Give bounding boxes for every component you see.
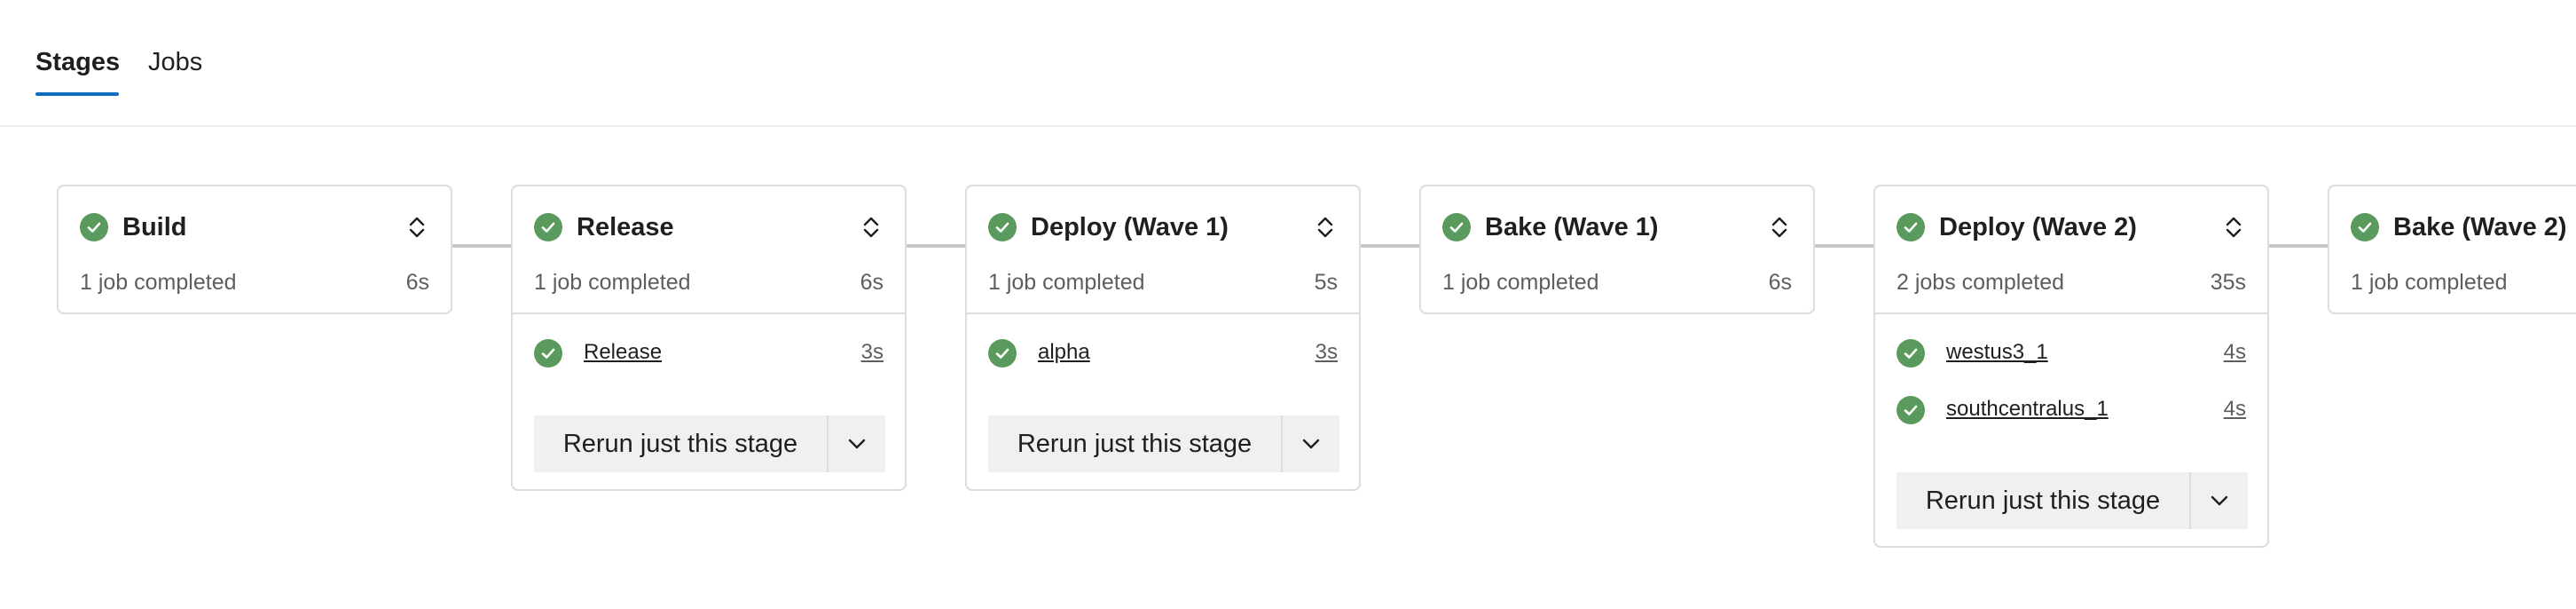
stage-connector	[1361, 244, 1421, 248]
rerun-stage-split-button[interactable]: Rerun just this stage	[1897, 472, 2248, 529]
stage-title: Bake (Wave 2)	[2393, 213, 2567, 241]
stage-summary: 1 job completed	[1442, 270, 1599, 295]
stage-title: Bake (Wave 1)	[1485, 213, 1659, 241]
success-check-icon	[1897, 213, 1925, 241]
stage-card-deploy-wave-2[interactable]: Deploy (Wave 2) 2 jobs completed 35s wes…	[1873, 185, 2269, 548]
stage-summary: 2 jobs completed	[1897, 270, 2065, 295]
success-check-icon	[1897, 339, 1925, 368]
stage-job-tabs: Stages Jobs	[0, 0, 2576, 127]
chevron-down-icon[interactable]	[1283, 415, 1339, 472]
stage-duration: 6s	[860, 270, 884, 295]
success-check-icon	[1442, 213, 1471, 241]
rerun-stage-button[interactable]: Rerun just this stage	[988, 415, 1283, 472]
success-check-icon	[80, 213, 108, 241]
stage-connector	[452, 244, 513, 248]
tab-jobs[interactable]: Jobs	[148, 44, 202, 80]
stage-title: Deploy (Wave 1)	[1031, 213, 1229, 241]
job-row[interactable]: Release 3s	[513, 325, 905, 382]
stage-summary: 1 job completed	[534, 270, 691, 295]
expand-collapse-icon[interactable]	[1311, 213, 1339, 241]
stage-connector	[2269, 244, 2329, 248]
expand-collapse-icon[interactable]	[403, 213, 431, 241]
stage-header[interactable]: Release 1 job completed 6s	[513, 186, 905, 312]
stage-header[interactable]: Deploy (Wave 2) 2 jobs completed 35s	[1875, 186, 2267, 312]
success-check-icon	[534, 339, 562, 368]
expand-collapse-icon[interactable]	[857, 213, 885, 241]
stage-card-bake-wave-1[interactable]: Bake (Wave 1) 1 job completed 6s	[1419, 185, 1815, 314]
stage-header[interactable]: Build 1 job completed 6s	[59, 186, 451, 312]
stage-card-release[interactable]: Release 1 job completed 6s Release 3s Re…	[511, 185, 907, 491]
job-row[interactable]: alpha 3s	[967, 325, 1359, 382]
success-check-icon	[534, 213, 562, 241]
job-row[interactable]: westus3_1 4s	[1875, 325, 2267, 382]
stage-jobs: alpha 3s Rerun just this stage	[967, 312, 1359, 489]
stage-jobs: westus3_1 4s southcentralus_1 4s Rerun j…	[1875, 312, 2267, 546]
rerun-stage-split-button[interactable]: Rerun just this stage	[534, 415, 885, 472]
stage-duration: 6s	[405, 270, 429, 295]
chevron-down-icon[interactable]	[829, 415, 885, 472]
stage-duration: 5s	[1314, 270, 1338, 295]
success-check-icon	[988, 339, 1017, 368]
stage-duration: 6s	[1768, 270, 1792, 295]
stage-connector	[907, 244, 967, 248]
stage-summary: 1 job completed	[80, 270, 237, 295]
stage-card-build[interactable]: Build 1 job completed 6s	[57, 185, 452, 314]
rerun-stage-button[interactable]: Rerun just this stage	[1897, 472, 2191, 529]
job-name-link[interactable]: westus3_1	[1946, 337, 2048, 368]
job-row[interactable]: southcentralus_1 4s	[1875, 382, 2267, 439]
expand-collapse-icon[interactable]	[1765, 213, 1794, 241]
stage-jobs: Release 3s Rerun just this stage	[513, 312, 905, 489]
stage-connector	[1815, 244, 1875, 248]
stage-title: Deploy (Wave 2)	[1939, 213, 2137, 241]
stage-title: Build	[122, 213, 187, 241]
stage-title: Release	[577, 213, 674, 241]
stage-card-bake-wave-2[interactable]: Bake (Wave 2) 1 job completed	[2328, 185, 2576, 314]
stage-header[interactable]: Bake (Wave 2) 1 job completed	[2329, 186, 2576, 312]
stage-header[interactable]: Bake (Wave 1) 1 job completed 6s	[1421, 186, 1813, 312]
job-name-link[interactable]: alpha	[1038, 337, 1090, 368]
job-duration-link[interactable]: 4s	[2224, 337, 2246, 368]
stage-duration: 35s	[2210, 270, 2246, 295]
expand-collapse-icon[interactable]	[2219, 213, 2248, 241]
rerun-stage-split-button[interactable]: Rerun just this stage	[988, 415, 1339, 472]
success-check-icon	[988, 213, 1017, 241]
job-duration-link[interactable]: 4s	[2224, 394, 2246, 424]
stage-header[interactable]: Deploy (Wave 1) 1 job completed 5s	[967, 186, 1359, 312]
success-check-icon	[1897, 396, 1925, 424]
success-check-icon	[2351, 213, 2379, 241]
tab-stages[interactable]: Stages	[35, 44, 120, 80]
job-duration-link[interactable]: 3s	[861, 337, 884, 368]
stage-card-deploy-wave-1[interactable]: Deploy (Wave 1) 1 job completed 5s alpha…	[965, 185, 1361, 491]
chevron-down-icon[interactable]	[2191, 472, 2248, 529]
rerun-stage-button[interactable]: Rerun just this stage	[534, 415, 829, 472]
job-duration-link[interactable]: 3s	[1315, 337, 1338, 368]
stage-summary: 1 job completed	[2351, 270, 2508, 295]
job-name-link[interactable]: southcentralus_1	[1946, 394, 2109, 424]
active-tab-indicator	[35, 92, 119, 96]
stage-summary: 1 job completed	[988, 270, 1145, 295]
job-name-link[interactable]: Release	[584, 337, 662, 368]
